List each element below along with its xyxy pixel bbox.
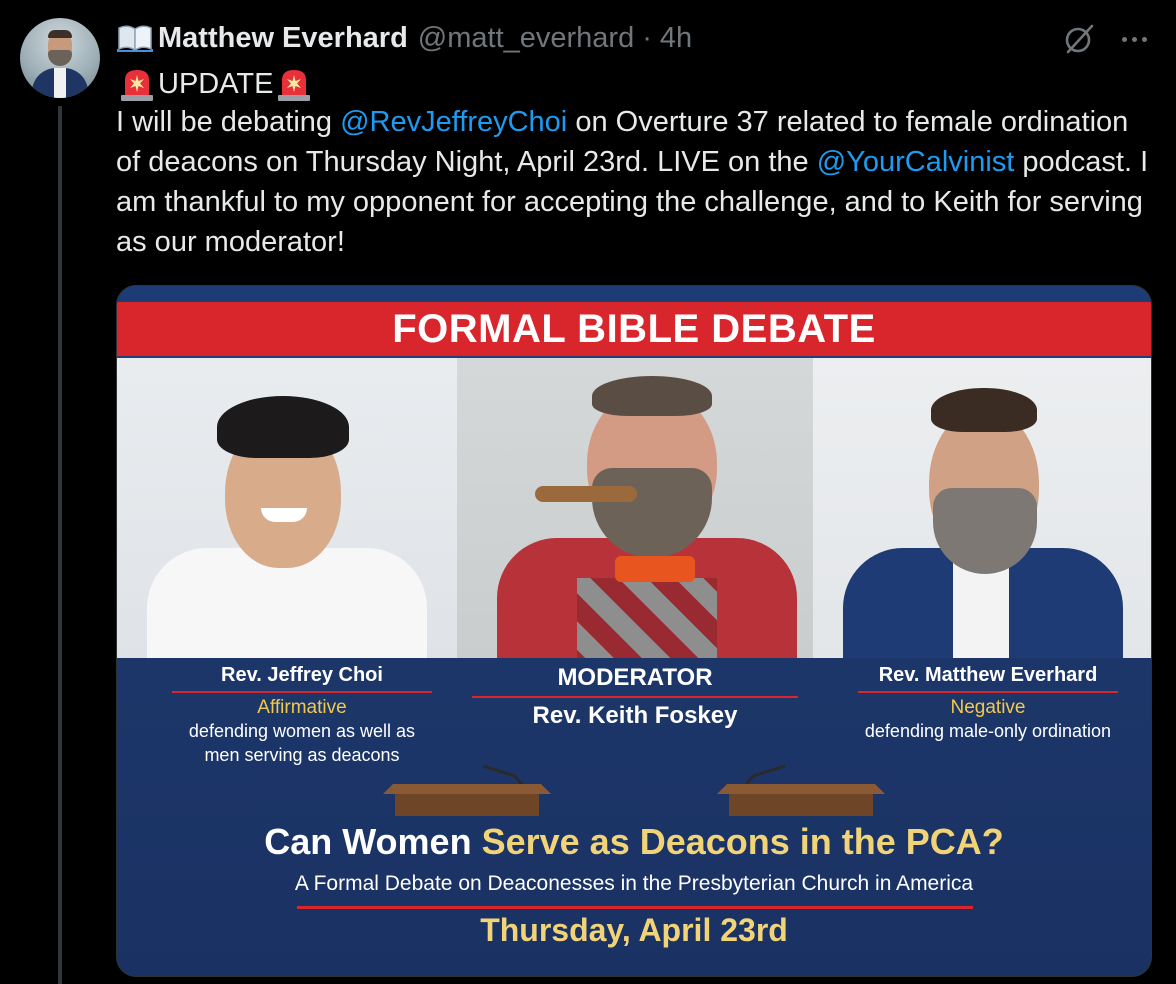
- date-divider: [297, 906, 973, 909]
- tweet-text-part: I will be debating: [116, 106, 341, 138]
- affirmative-role: Affirmative: [257, 697, 347, 718]
- poster-banner-title: FORMAL BIBLE DEBATE: [392, 306, 876, 351]
- mention-link[interactable]: @YourCalvinist: [817, 146, 1015, 178]
- debate-question: Can Women Serve as Deacons in the PCA?: [117, 821, 1151, 863]
- negative-desc: defending male-only ordination: [864, 721, 1112, 741]
- portrait-hair: [931, 388, 1037, 432]
- dot-icon: [1121, 36, 1127, 42]
- mention-link[interactable]: @RevJeffreyChoi: [340, 106, 567, 138]
- police-light-icon: [275, 66, 313, 102]
- photo-negative: [813, 358, 1151, 658]
- moderator-label: MODERATOR: [557, 664, 713, 691]
- bow-tie: [615, 556, 695, 582]
- update-label: UPDATE: [158, 67, 274, 100]
- tweet-text: I will be debating @RevJeffreyChoi on Ov…: [116, 102, 1156, 262]
- separator-dot: ·: [642, 21, 652, 54]
- debate-subtitle: A Formal Debate on Deaconesses in the Pr…: [294, 872, 974, 895]
- thread-line: [58, 106, 62, 984]
- debate-question-white: Can Women: [264, 821, 482, 862]
- caption-divider: [472, 696, 798, 698]
- caption-divider: [172, 691, 432, 693]
- update-line: UPDATE: [116, 64, 315, 104]
- open-book-icon: [116, 23, 154, 53]
- poster-banner: FORMAL BIBLE DEBATE: [117, 302, 1151, 356]
- photo-moderator: [457, 358, 813, 658]
- tweet-header: Matthew Everhard @matt_everhard · 4h: [116, 18, 692, 58]
- author-name[interactable]: Matthew Everhard: [158, 22, 408, 55]
- affirmative-name: Rev. Jeffrey Choi: [221, 664, 383, 686]
- grok-icon[interactable]: [1060, 20, 1098, 58]
- moderator-name: Rev. Keith Foskey: [532, 702, 738, 729]
- timestamp[interactable]: 4h: [660, 22, 692, 55]
- caption-moderator: MODERATOR Rev. Keith Foskey: [467, 664, 803, 730]
- caption-divider: [858, 691, 1118, 693]
- avatar-beard: [48, 50, 72, 66]
- dot-icon: [1141, 36, 1147, 42]
- caption-negative: Rev. Matthew Everhard Negative defending…: [823, 664, 1151, 743]
- avatar-hair: [48, 30, 72, 38]
- podium-right: [717, 746, 885, 816]
- cigar: [535, 486, 637, 502]
- debate-date: Thursday, April 23rd: [480, 912, 788, 948]
- avatar-shirt: [54, 68, 66, 98]
- poster-top-strip: [117, 286, 1151, 302]
- negative-name: Rev. Matthew Everhard: [878, 664, 1098, 686]
- portrait-smile: [261, 508, 307, 522]
- dot-icon: [1131, 36, 1137, 42]
- podium-left: [383, 746, 551, 816]
- author-handle[interactable]: @matt_everhard: [418, 22, 634, 55]
- debate-question-gold: Serve as Deacons in the PCA?: [481, 821, 1004, 862]
- portrait-hair: [217, 396, 349, 458]
- tweet-media-image[interactable]: FORMAL BIBLE DEBATE Rev. Jeffrey Choi Af…: [116, 285, 1152, 977]
- portrait-hair: [592, 376, 712, 416]
- author-avatar[interactable]: [20, 18, 100, 98]
- portrait-argyle: [577, 578, 717, 658]
- negative-role: Negative: [950, 697, 1026, 718]
- more-horizontal-icon[interactable]: [1114, 22, 1154, 56]
- affirmative-desc-line1: defending women as well as: [188, 721, 416, 741]
- police-light-icon: [118, 66, 156, 102]
- photo-affirmative: [117, 358, 457, 658]
